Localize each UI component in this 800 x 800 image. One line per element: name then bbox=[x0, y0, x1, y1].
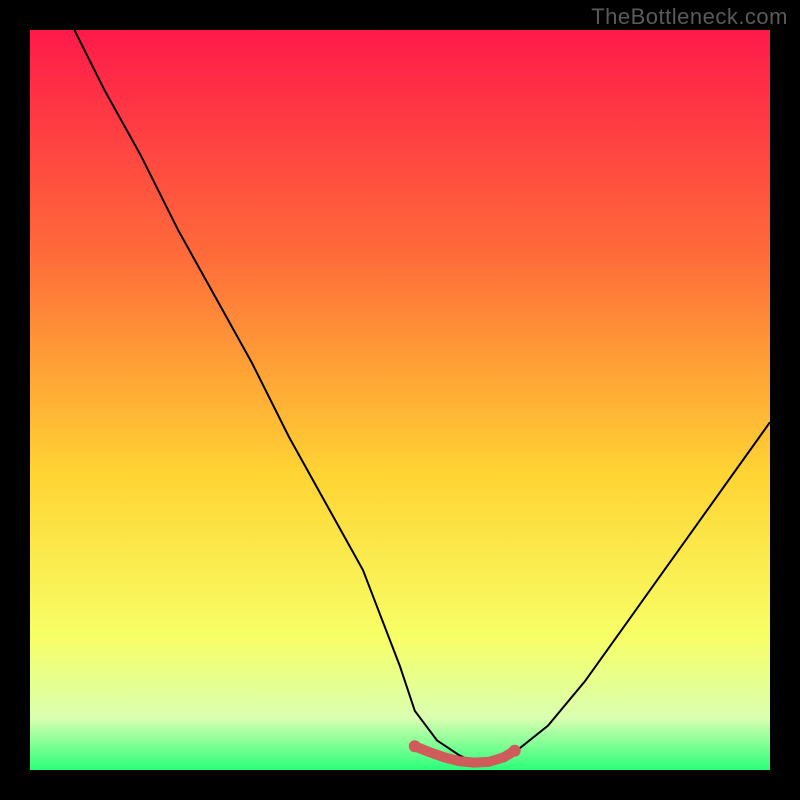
chart-frame: TheBottleneck.com bbox=[0, 0, 800, 800]
optimal-band-end-dot bbox=[509, 745, 521, 757]
optimal-band-start-dot bbox=[409, 740, 421, 752]
chart-svg bbox=[30, 30, 770, 770]
watermark-text: TheBottleneck.com bbox=[591, 4, 788, 30]
plot-area bbox=[30, 30, 770, 770]
gradient-background bbox=[30, 30, 770, 770]
